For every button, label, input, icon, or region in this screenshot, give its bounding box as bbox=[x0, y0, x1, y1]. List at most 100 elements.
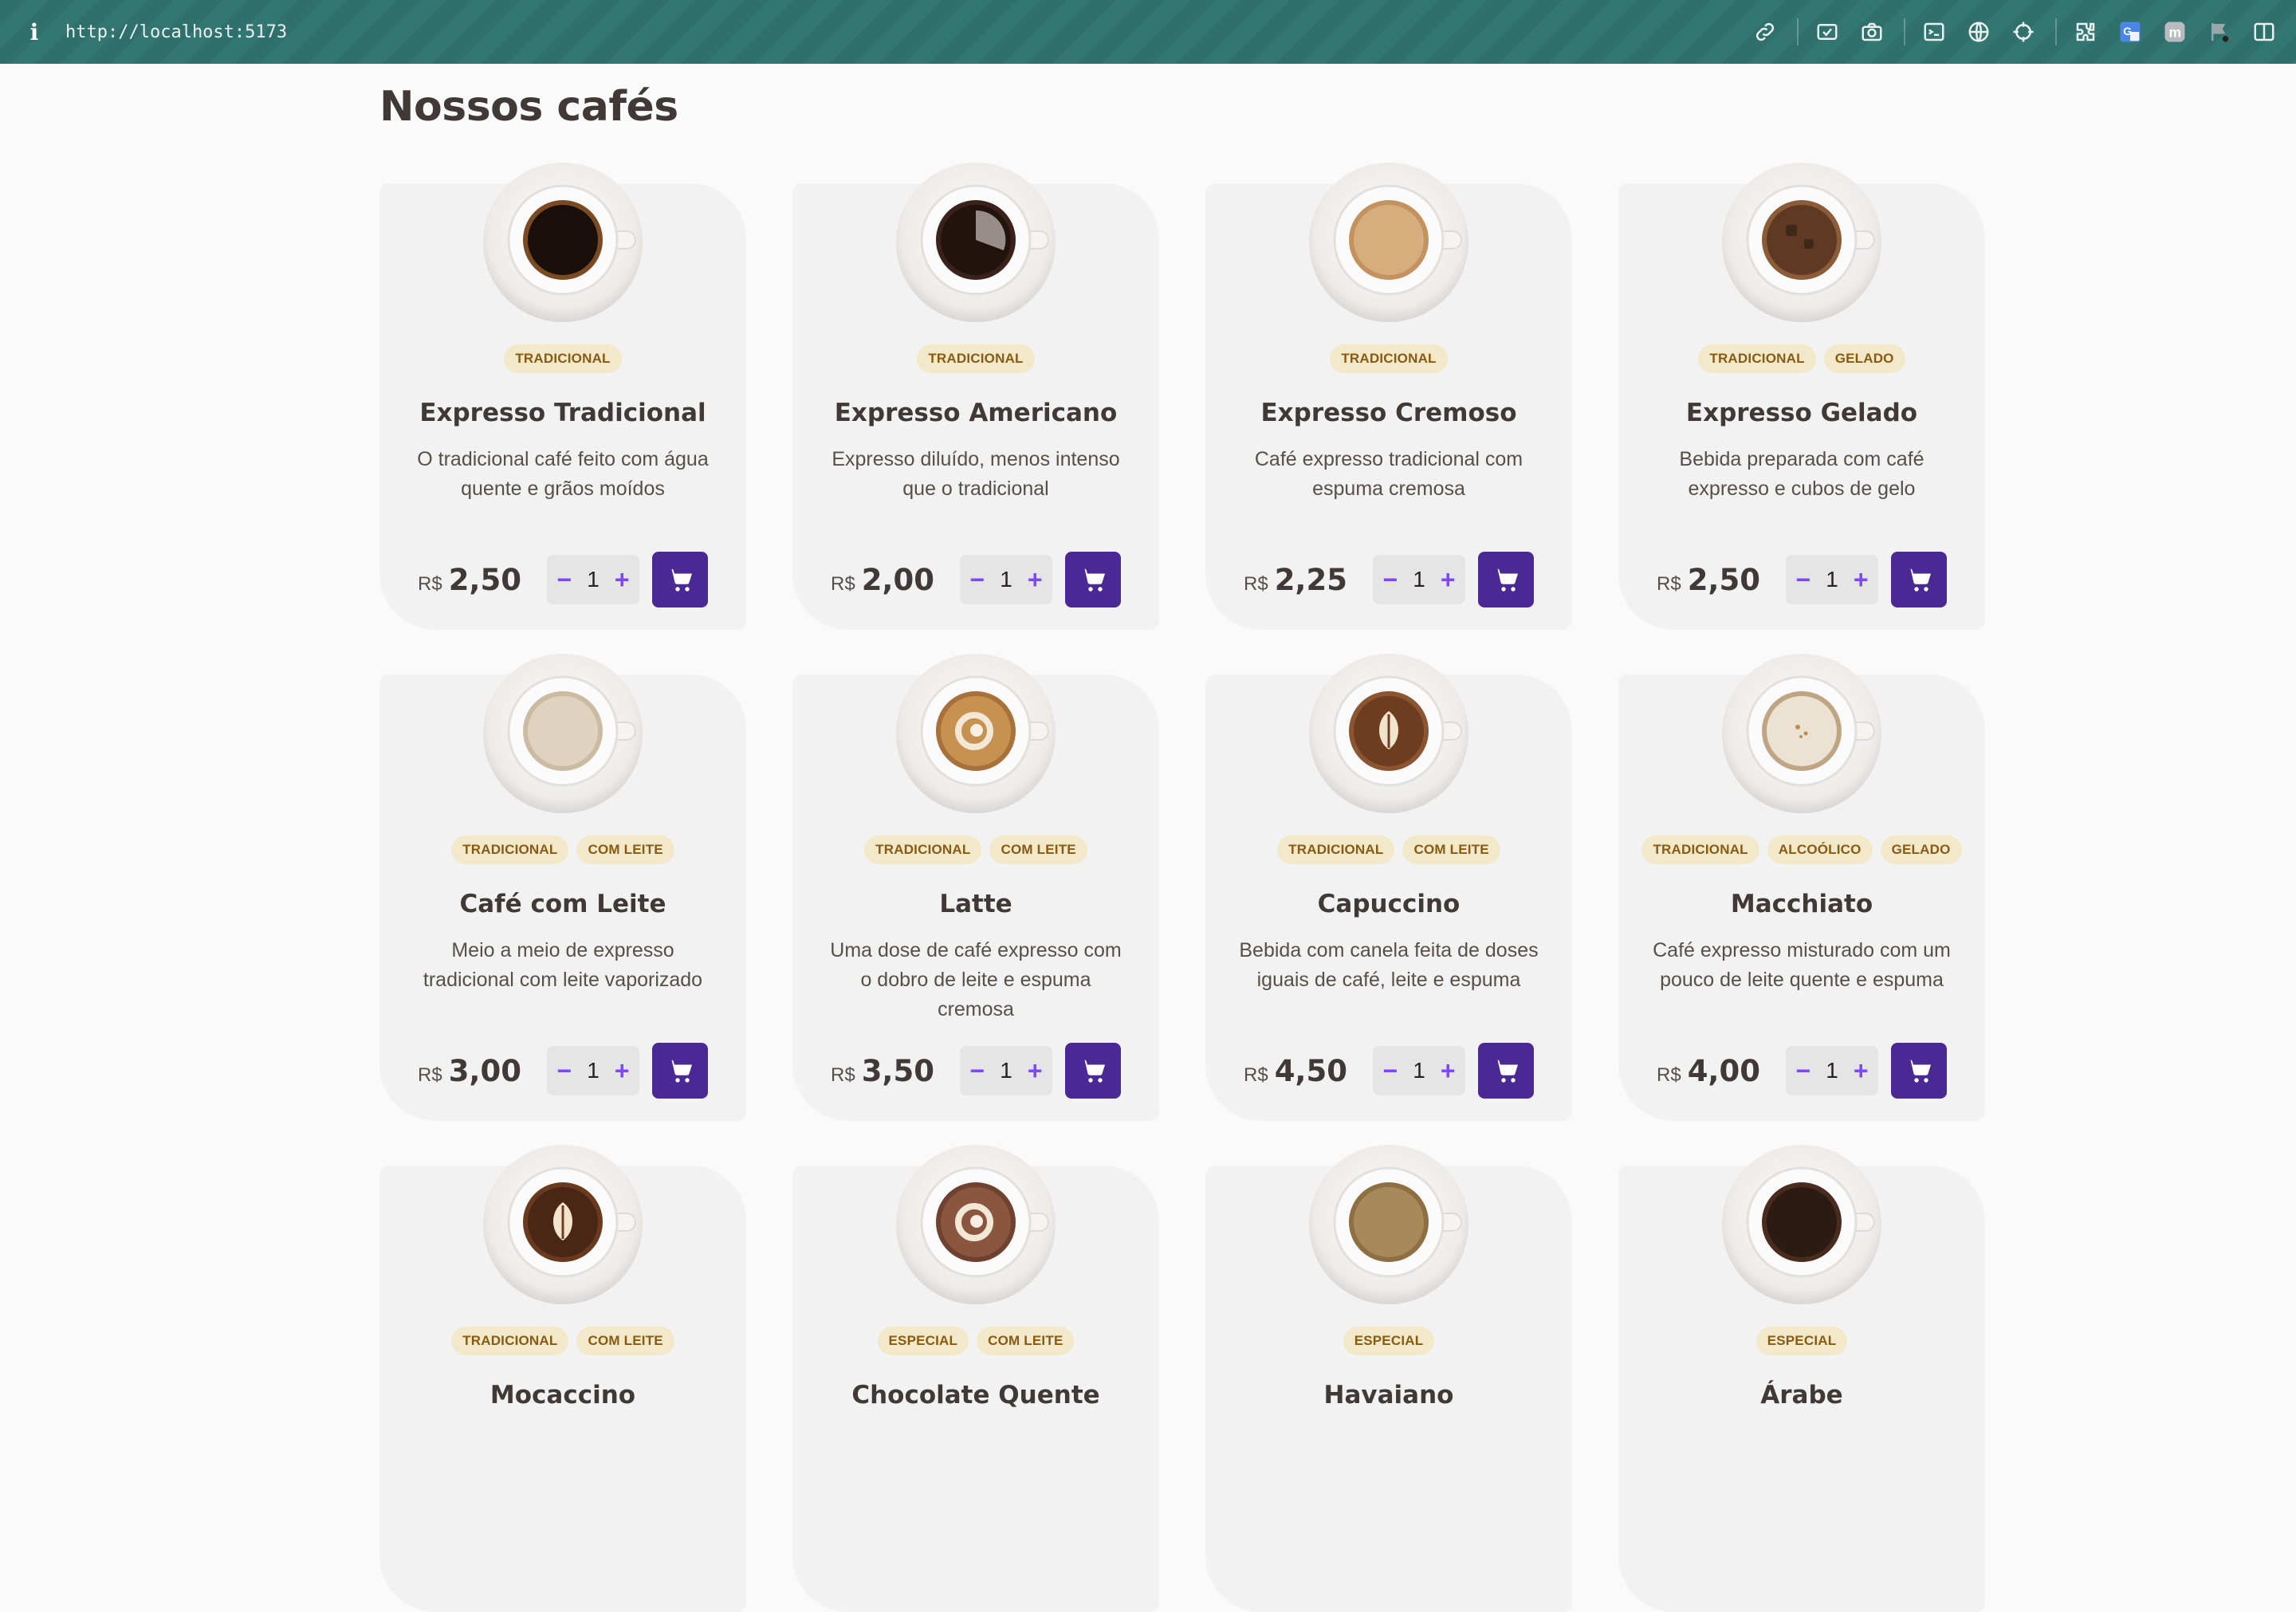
quantity-value: 1 bbox=[1826, 567, 1838, 592]
product-tag: COM LEITE bbox=[977, 1327, 1075, 1355]
product-tag: TRADICIONAL bbox=[451, 1327, 569, 1355]
increase-quantity-button[interactable]: + bbox=[1436, 1056, 1460, 1086]
decrease-quantity-button[interactable]: − bbox=[1791, 565, 1815, 595]
add-to-cart-button[interactable] bbox=[1065, 1043, 1121, 1099]
globe-icon[interactable] bbox=[1963, 16, 1995, 48]
product-tag: GELADO bbox=[1880, 835, 1962, 864]
product-price: R$ 3,00 bbox=[418, 1054, 521, 1088]
product-tag: GELADO bbox=[1823, 344, 1905, 373]
decrease-quantity-button[interactable]: − bbox=[552, 565, 576, 595]
shopping-cart-icon bbox=[1079, 1056, 1107, 1085]
currency-symbol: R$ bbox=[1244, 572, 1268, 595]
product-description: Bebida com canela feita de doses iguais … bbox=[1239, 939, 1539, 991]
quantity-value: 1 bbox=[1413, 567, 1425, 592]
product-card: TRADICIONAL COM LEITE Mocaccino bbox=[379, 1145, 746, 1612]
shopping-cart-icon bbox=[1905, 565, 1933, 594]
extensions-icon[interactable] bbox=[2070, 16, 2101, 48]
product-tag: COM LEITE bbox=[576, 835, 674, 864]
increase-quantity-button[interactable]: + bbox=[1849, 565, 1873, 595]
increase-quantity-button[interactable]: + bbox=[610, 1056, 634, 1086]
buy-section: R$ 2,50 − 1 + bbox=[418, 552, 708, 607]
add-to-cart-button[interactable] bbox=[1891, 552, 1947, 607]
product-name: Árabe bbox=[1760, 1381, 1843, 1410]
product-name: Mocaccino bbox=[489, 1381, 636, 1410]
shopping-cart-icon bbox=[1492, 565, 1520, 594]
increase-quantity-button[interactable]: + bbox=[610, 565, 634, 595]
terminal-icon[interactable] bbox=[1918, 16, 1950, 48]
screenshot-icon[interactable] bbox=[1811, 16, 1843, 48]
buy-section: R$ 4,00 − 1 + bbox=[1657, 1043, 1947, 1099]
increase-quantity-button[interactable]: + bbox=[1849, 1056, 1873, 1086]
add-to-cart-button[interactable] bbox=[1065, 552, 1121, 607]
add-to-cart-button[interactable] bbox=[1891, 1043, 1947, 1099]
product-tag: TRADICIONAL bbox=[864, 835, 982, 864]
info-icon[interactable]: i bbox=[22, 19, 46, 45]
product-tags: TRADICIONAL bbox=[792, 344, 1159, 373]
decrease-quantity-button[interactable]: − bbox=[552, 1056, 576, 1086]
link-icon[interactable] bbox=[1749, 16, 1781, 48]
price-value: 4,50 bbox=[1274, 1053, 1347, 1088]
decrease-quantity-button[interactable]: − bbox=[965, 565, 989, 595]
shopping-cart-icon bbox=[666, 565, 694, 594]
decrease-quantity-button[interactable]: − bbox=[1791, 1056, 1815, 1086]
translate-icon[interactable]: G bbox=[2114, 16, 2146, 48]
decrease-quantity-button[interactable]: − bbox=[1378, 565, 1402, 595]
svg-text:m: m bbox=[2169, 24, 2182, 40]
product-tag: TRADICIONAL bbox=[1641, 835, 1759, 864]
decrease-quantity-button[interactable]: − bbox=[965, 1056, 989, 1086]
quantity-stepper: − 1 + bbox=[1786, 555, 1878, 604]
shopping-cart-icon bbox=[1079, 565, 1107, 594]
quantity-value: 1 bbox=[1413, 1058, 1425, 1083]
price-value: 3,00 bbox=[448, 1053, 521, 1088]
coffee-cup-latte-image bbox=[892, 647, 1060, 815]
product-card: TRADICIONAL GELADO Expresso Gelado Bebida… bbox=[1618, 163, 1985, 630]
decrease-quantity-button[interactable]: − bbox=[1378, 1056, 1402, 1086]
add-to-cart-button[interactable] bbox=[1478, 1043, 1534, 1099]
browser-toolbar: i http://localhost:5173 G m bbox=[0, 0, 2296, 64]
product-tags: TRADICIONAL COM LEITE bbox=[379, 1327, 746, 1355]
product-tag: COM LEITE bbox=[576, 1327, 674, 1355]
currency-symbol: R$ bbox=[1244, 1064, 1268, 1086]
buy-section: R$ 2,50 − 1 + bbox=[1657, 552, 1947, 607]
m-extension-icon[interactable]: m bbox=[2159, 16, 2191, 48]
flag-icon[interactable] bbox=[2204, 16, 2235, 48]
quantity-stepper: − 1 + bbox=[1373, 555, 1465, 604]
product-actions: − 1 + bbox=[547, 552, 708, 607]
sidebar-icon[interactable] bbox=[2248, 16, 2280, 48]
add-to-cart-button[interactable] bbox=[652, 552, 708, 607]
product-description: Meio a meio de expresso tradicional com … bbox=[423, 939, 703, 991]
crosshair-icon[interactable] bbox=[2007, 16, 2039, 48]
address-bar[interactable]: http://localhost:5173 bbox=[65, 22, 287, 42]
increase-quantity-button[interactable]: + bbox=[1023, 565, 1047, 595]
increase-quantity-button[interactable]: + bbox=[1023, 1056, 1047, 1086]
product-tags: TRADICIONAL ALCOÓLICO GELADO bbox=[1618, 835, 1985, 864]
increase-quantity-button[interactable]: + bbox=[1436, 565, 1460, 595]
buy-section: R$ 2,25 − 1 + bbox=[1244, 552, 1534, 607]
product-tag: TRADICIONAL bbox=[504, 344, 622, 373]
quantity-value: 1 bbox=[587, 1058, 600, 1083]
product-tag: COM LEITE bbox=[1402, 835, 1500, 864]
shopping-cart-icon bbox=[666, 1056, 694, 1085]
browser-tools: G m bbox=[1736, 0, 2280, 64]
quantity-stepper: − 1 + bbox=[547, 1046, 639, 1095]
main-content: Nossos cafés TRADICIONAL Expresso Tradic… bbox=[379, 64, 1987, 1612]
add-to-cart-button[interactable] bbox=[652, 1043, 708, 1099]
coffee-cup-chocolate-image bbox=[892, 1138, 1060, 1306]
toolbar-divider bbox=[1797, 18, 1799, 45]
add-to-cart-button[interactable] bbox=[1478, 552, 1534, 607]
price-value: 2,50 bbox=[448, 562, 521, 597]
quantity-value: 1 bbox=[1000, 567, 1012, 592]
product-actions: − 1 + bbox=[960, 1043, 1121, 1099]
quantity-stepper: − 1 + bbox=[547, 555, 639, 604]
product-card: TRADICIONAL Expresso Cremoso Café expres… bbox=[1205, 163, 1572, 630]
product-actions: − 1 + bbox=[547, 1043, 708, 1099]
page-title: Nossos cafés bbox=[379, 83, 678, 131]
product-price: R$ 2,50 bbox=[1657, 563, 1760, 597]
product-name: Latte bbox=[939, 890, 1012, 918]
price-value: 4,00 bbox=[1687, 1053, 1760, 1088]
quantity-stepper: − 1 + bbox=[960, 1046, 1052, 1095]
quantity-value: 1 bbox=[1000, 1058, 1012, 1083]
camera-icon[interactable] bbox=[1856, 16, 1888, 48]
currency-symbol: R$ bbox=[1657, 1064, 1681, 1086]
product-actions: − 1 + bbox=[1786, 552, 1947, 607]
